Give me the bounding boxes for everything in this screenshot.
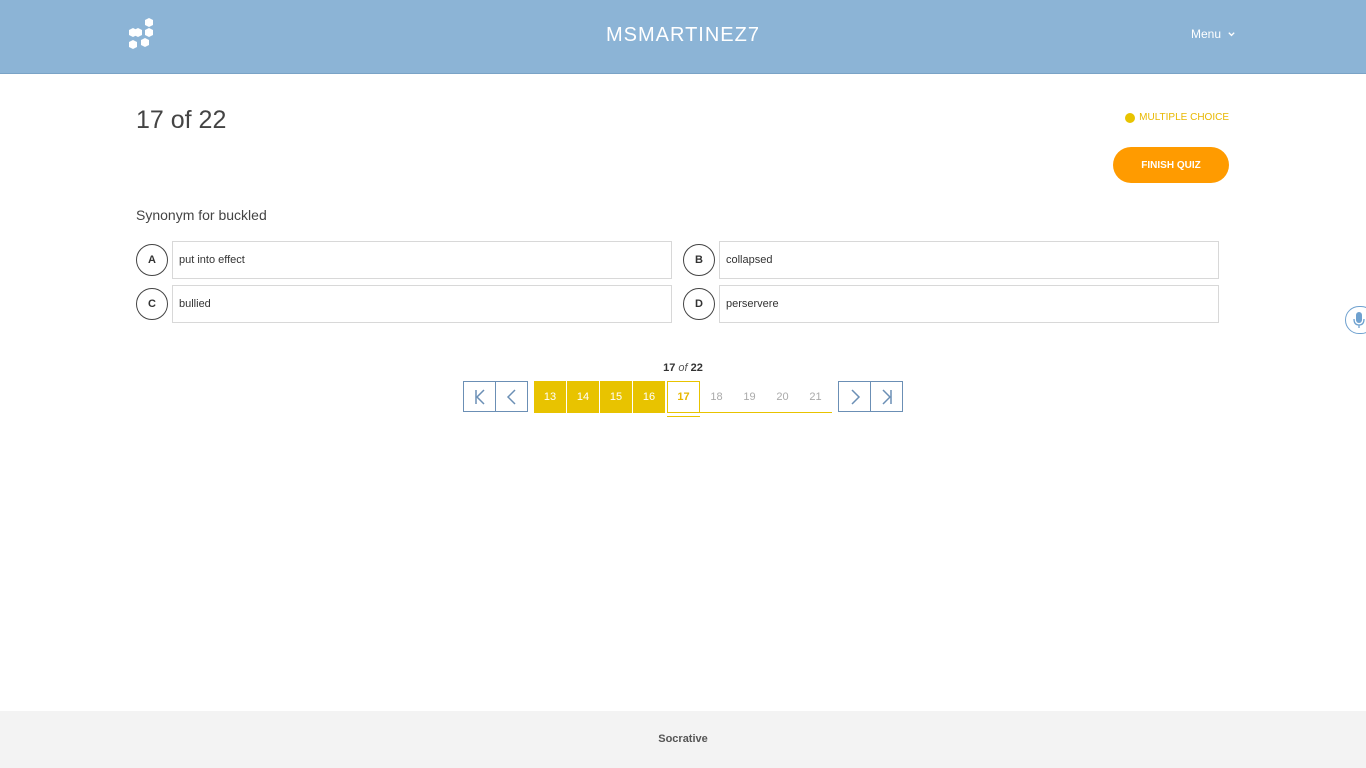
microphone-icon bbox=[1353, 312, 1365, 328]
page-13-button[interactable]: 13 bbox=[534, 381, 567, 413]
page-14-button[interactable]: 14 bbox=[567, 381, 600, 413]
answer-option-b[interactable]: B collapsed bbox=[683, 241, 1219, 279]
menu-button[interactable]: Menu bbox=[1191, 27, 1236, 41]
answer-text: perservere bbox=[719, 285, 1219, 323]
question-text: Synonym for buckled bbox=[136, 207, 267, 223]
progress-title: 17 of 22 bbox=[136, 106, 227, 134]
answer-text: collapsed bbox=[719, 241, 1219, 279]
question-type-label: MULTIPLE CHOICE bbox=[1139, 112, 1229, 123]
answer-letter: B bbox=[683, 244, 715, 276]
pager-position: 17 of 22 bbox=[0, 362, 1366, 374]
room-name: MSMARTINEZ7 bbox=[606, 24, 760, 46]
answer-option-a[interactable]: A put into effect bbox=[136, 241, 672, 279]
next-page-icon bbox=[850, 388, 860, 405]
first-page-button[interactable] bbox=[463, 381, 496, 412]
footer-brand: Socrative bbox=[658, 733, 708, 745]
last-page-button[interactable] bbox=[870, 381, 903, 412]
top-bar: MSMARTINEZ7 Menu bbox=[0, 0, 1366, 74]
next-page-button[interactable] bbox=[838, 381, 871, 412]
footer: Socrative bbox=[0, 711, 1366, 768]
chevron-down-icon bbox=[1228, 31, 1235, 36]
answer-text: bullied bbox=[172, 285, 672, 323]
answer-letter: D bbox=[683, 288, 715, 320]
page-19-button[interactable]: 19 bbox=[733, 381, 766, 413]
answer-text: put into effect bbox=[172, 241, 672, 279]
page-20-button[interactable]: 20 bbox=[766, 381, 799, 413]
last-page-icon bbox=[881, 388, 892, 405]
menu-label: Menu bbox=[1191, 27, 1222, 41]
page-21-button[interactable]: 21 bbox=[799, 381, 832, 413]
previous-page-button[interactable] bbox=[495, 381, 528, 412]
pager-total: 22 bbox=[690, 362, 703, 374]
answer-option-d[interactable]: D perservere bbox=[683, 285, 1219, 323]
answer-option-c[interactable]: C bullied bbox=[136, 285, 672, 323]
finish-quiz-button[interactable]: FINISH QUIZ bbox=[1113, 147, 1229, 183]
answer-letter: A bbox=[136, 244, 168, 276]
pager-of: of bbox=[678, 362, 688, 374]
pager-current: 17 bbox=[663, 362, 676, 374]
answer-letter: C bbox=[136, 288, 168, 320]
page-16-button[interactable]: 16 bbox=[633, 381, 666, 413]
page-17-button[interactable]: 17 bbox=[667, 381, 700, 417]
page-15-button[interactable]: 15 bbox=[600, 381, 633, 413]
question-type-badge: MULTIPLE CHOICE bbox=[1125, 112, 1229, 123]
page-18-button[interactable]: 18 bbox=[700, 381, 733, 413]
question-type-dot-icon bbox=[1125, 112, 1136, 123]
previous-page-icon bbox=[506, 388, 516, 405]
microphone-button[interactable] bbox=[1345, 306, 1366, 334]
first-page-icon bbox=[474, 388, 485, 405]
